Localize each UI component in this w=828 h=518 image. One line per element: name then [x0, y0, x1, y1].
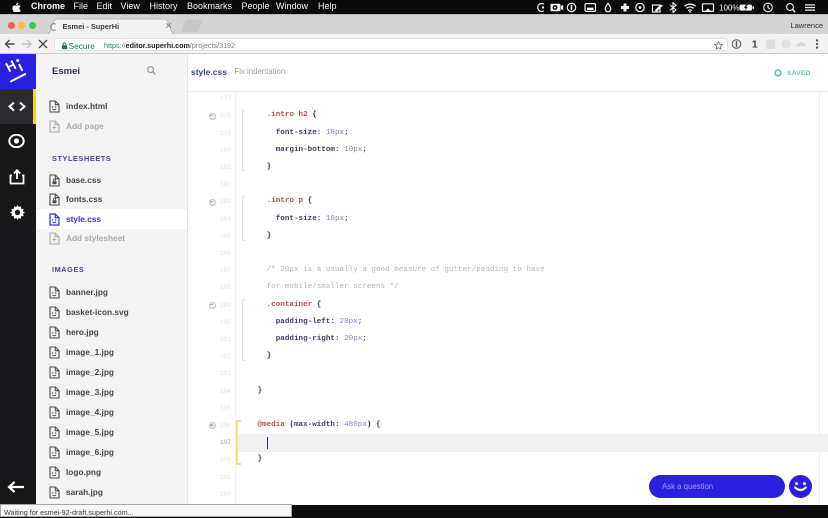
- svg-text:100%: 100%: [719, 3, 739, 12]
- svg-text:1: 1: [752, 40, 758, 51]
